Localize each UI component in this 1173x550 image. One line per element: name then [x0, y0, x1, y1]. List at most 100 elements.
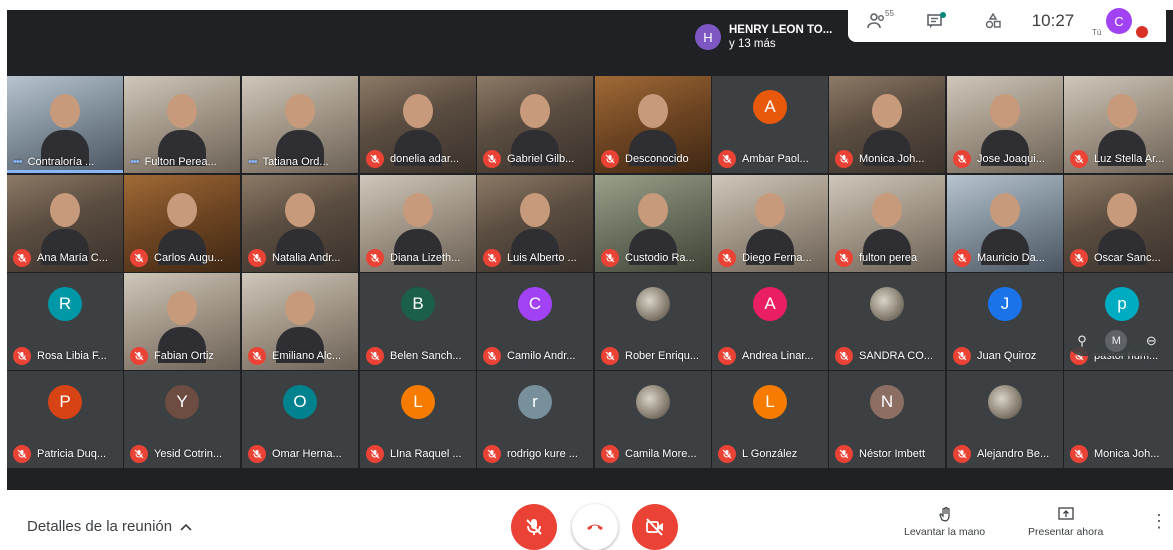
participant-avatar: Y — [165, 385, 199, 419]
mic-off-icon — [835, 249, 853, 267]
tile-tools-avatar: M — [1105, 330, 1128, 352]
participant-avatar — [636, 385, 670, 419]
camera-off-icon — [646, 518, 663, 536]
participant-tile[interactable]: J Juan Quiroz — [947, 273, 1063, 370]
participant-tile[interactable]: Alejandro Be... — [947, 371, 1063, 468]
participants-button[interactable]: 55 — [848, 0, 906, 42]
participant-tile[interactable]: Ana María C... — [7, 175, 123, 272]
participant-name: Natalia Andr... — [272, 252, 341, 264]
participant-tile[interactable]: SANDRA CO... — [829, 273, 945, 370]
mic-off-icon — [130, 347, 148, 365]
participant-tile[interactable]: donelia adar... — [360, 76, 476, 173]
participant-tile[interactable]: Gabriel Gilb... — [477, 76, 593, 173]
participant-label: Natalia Andr... — [248, 249, 354, 267]
participant-name: Monica Joh... — [1094, 448, 1160, 460]
participant-tile[interactable]: Rober Enriqu... — [595, 273, 711, 370]
mic-off-icon — [483, 249, 501, 267]
mic-off-icon — [953, 249, 971, 267]
participant-tile[interactable]: L LIna Raquel ... — [360, 371, 476, 468]
participant-label: L González — [718, 445, 824, 463]
participant-tile[interactable]: ••• Contraloría ... — [7, 76, 123, 173]
participant-tile[interactable]: P Patricia Duq... — [7, 371, 123, 468]
activities-button[interactable] — [964, 0, 1022, 42]
participant-tile[interactable]: Carlos Augu... — [124, 175, 240, 272]
raise-hand-button[interactable]: Levantar la mano — [904, 506, 985, 538]
participant-name: Desconocido — [625, 153, 689, 165]
participant-tile[interactable]: Emiliano Alc... — [242, 273, 358, 370]
participant-label: Ana María C... — [13, 249, 119, 267]
participant-tile[interactable]: Monica Joh... — [829, 76, 945, 173]
camera-toggle-button[interactable] — [632, 504, 678, 550]
participant-tile[interactable]: Luis Alberto ... — [477, 175, 593, 272]
self-view[interactable]: Tú C — [1084, 0, 1148, 42]
more-options-button[interactable]: ⋮ — [1150, 512, 1168, 530]
mic-off-icon — [13, 445, 31, 463]
mic-off-icon — [953, 445, 971, 463]
chat-button[interactable] — [906, 0, 964, 42]
participant-tile[interactable]: Jose Joaqui... — [947, 76, 1063, 173]
mic-off-icon — [483, 445, 501, 463]
participant-name: Gabriel Gilb... — [507, 153, 575, 165]
mic-off-icon — [718, 445, 736, 463]
speaking-indicator-icon: ••• — [248, 156, 258, 168]
participant-label: Desconocido — [601, 150, 707, 168]
participant-label: Rober Enriqu... — [601, 347, 707, 365]
participant-tile[interactable]: B Belen Sanch... — [360, 273, 476, 370]
participant-avatar: N — [870, 385, 904, 419]
top-right-panel: 55 10:27 Tú C — [848, 0, 1166, 42]
participant-name: Rosa Libia F... — [37, 350, 107, 362]
participant-avatar: B — [401, 287, 435, 321]
mic-off-icon — [366, 249, 384, 267]
participant-name: Luis Alberto ... — [507, 252, 577, 264]
participant-video — [41, 94, 89, 166]
participant-tile[interactable]: Fabian Ortiz — [124, 273, 240, 370]
participant-tile[interactable]: Monica Joh... — [1064, 371, 1173, 468]
participant-avatar — [870, 287, 904, 321]
participant-name: Andrea Linar... — [742, 350, 814, 362]
participant-tile[interactable]: Diego Ferna... — [712, 175, 828, 272]
participant-tile[interactable]: Diana Lizeth... — [360, 175, 476, 272]
meeting-details-button[interactable]: Detalles de la reunión — [27, 518, 192, 535]
mic-off-icon — [601, 347, 619, 365]
participant-tile[interactable]: Y Yesid Cotrin... — [124, 371, 240, 468]
participant-avatar: P — [48, 385, 82, 419]
participant-grid: ••• Contraloría ... ••• Fulton Perea... ••• T… — [7, 76, 1173, 472]
present-now-button[interactable]: Presentar ahora — [1028, 506, 1103, 538]
self-label: Tú — [1092, 28, 1102, 37]
mic-off-icon — [248, 347, 266, 365]
participant-tile[interactable]: Oscar Sanc... — [1064, 175, 1173, 272]
participant-name: Camilo Andr... — [507, 350, 576, 362]
participant-tile[interactable]: Luz Stella Ar... — [1064, 76, 1173, 173]
participant-name: Emiliano Alc... — [272, 350, 342, 362]
participant-tile[interactable]: R Rosa Libia F... — [7, 273, 123, 370]
participant-tile[interactable]: N Néstor Imbett — [829, 371, 945, 468]
participant-tile[interactable]: r rodrigo kure ... — [477, 371, 593, 468]
participant-tile[interactable]: Camila More... — [595, 371, 711, 468]
speaking-indicator-icon: ••• — [130, 156, 140, 168]
participant-tile[interactable]: fulton perea — [829, 175, 945, 272]
participant-avatar: L — [401, 385, 435, 419]
participant-tile[interactable]: L L González — [712, 371, 828, 468]
participant-tile[interactable]: Custodio Ra... — [595, 175, 711, 272]
presenter-chip[interactable]: H HENRY LEON TO... y 13 más — [695, 16, 855, 58]
participant-tile[interactable]: ••• Fulton Perea... — [124, 76, 240, 173]
participant-tile[interactable]: O Omar Herna... — [242, 371, 358, 468]
mic-off-icon — [483, 347, 501, 365]
pin-icon[interactable]: ⚲ — [1077, 333, 1087, 349]
participant-label: Diana Lizeth... — [366, 249, 472, 267]
participant-tile[interactable]: A Ambar Paol... — [712, 76, 828, 173]
participant-label: Belen Sanch... — [366, 347, 472, 365]
participant-tile[interactable]: Mauricio Da... — [947, 175, 1063, 272]
participant-tile[interactable]: Desconocido — [595, 76, 711, 173]
mic-off-icon — [601, 445, 619, 463]
remove-icon[interactable]: ⊖ — [1146, 333, 1157, 349]
participant-label: Fabian Ortiz — [130, 347, 236, 365]
mic-toggle-button[interactable] — [511, 504, 557, 550]
participant-avatar: J — [988, 287, 1022, 321]
end-call-button[interactable] — [572, 504, 618, 550]
participant-tile[interactable]: ••• Tatiana Ord... — [242, 76, 358, 173]
participant-tile[interactable]: C Camilo Andr... — [477, 273, 593, 370]
participant-tile[interactable]: A Andrea Linar... — [712, 273, 828, 370]
participant-name: Mauricio Da... — [977, 252, 1045, 264]
participant-tile[interactable]: Natalia Andr... — [242, 175, 358, 272]
